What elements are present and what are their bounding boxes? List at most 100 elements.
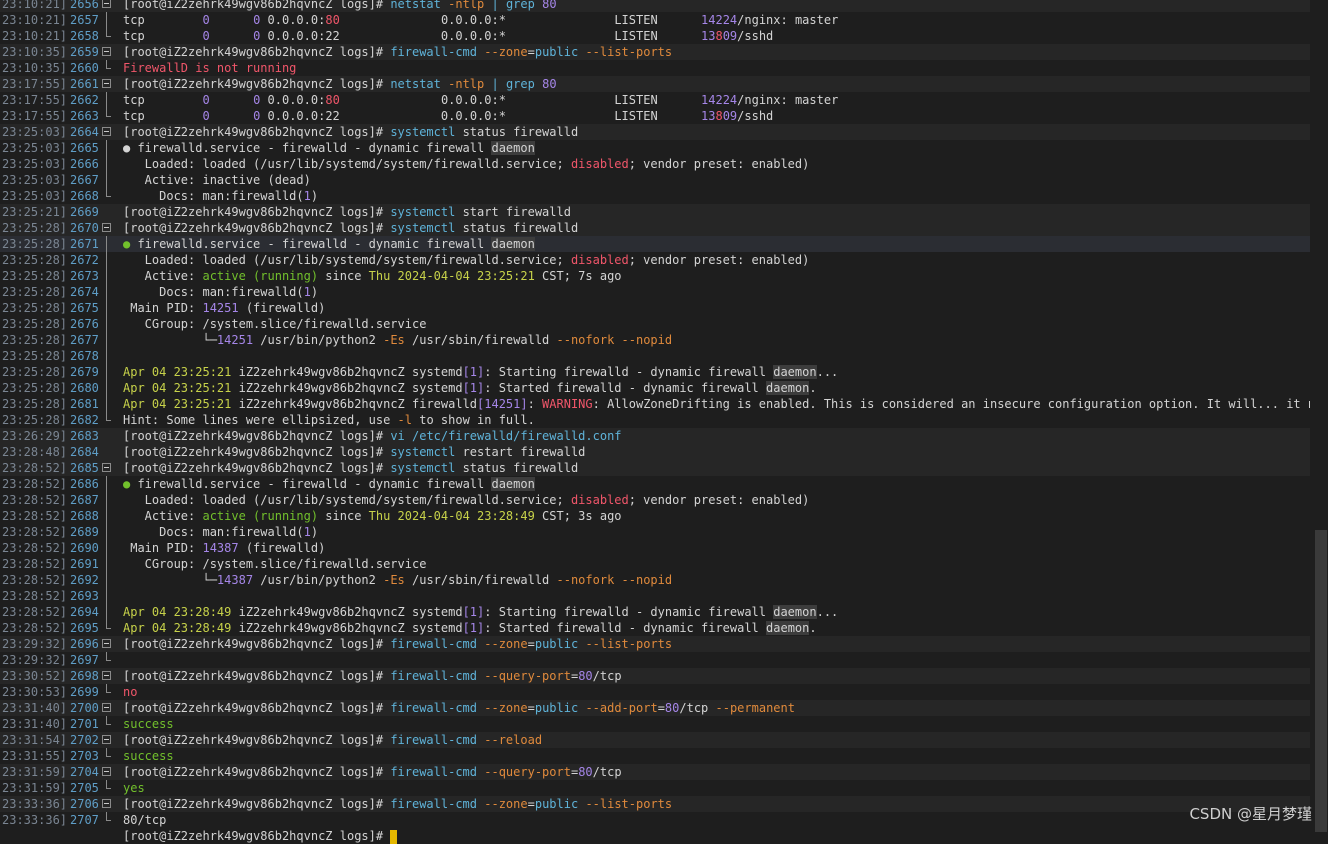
text-segment: 0.0.0.0: [260,13,326,27]
timestamp: 23:28:48] [2,445,68,459]
text-segment: /usr/bin/python2 [253,573,384,587]
fold-gutter [100,476,114,492]
fold-end-mark [106,108,111,117]
line-number: 2694 [70,605,99,619]
text-segment: /usr/sbin/firewalld [404,573,557,587]
fold-gutter[interactable] [100,700,114,716]
line-number: 2669 [70,205,99,219]
line-number: 2673 [70,269,99,283]
fold-guide-line [106,508,107,524]
command-line: 23:31:54] 2702 [root@iZ2zehrk49wgv86b2hqvn… [0,732,1310,748]
fold-collapse-icon[interactable] [102,703,111,712]
terminal-output[interactable]: 23:10:21] 2656 [root@iZ2zehrk49wgv86b2hqvn… [0,0,1310,844]
vertical-scrollbar[interactable] [1310,0,1328,832]
text-segment: /etc/firewalld/firewalld.conf [412,429,622,443]
text-segment: 09 [722,109,738,123]
text-segment: Main PID: [123,541,203,555]
line-content: Active: inactive (dead) [123,172,311,188]
line-number: 2659 [70,45,99,59]
fold-collapse-icon[interactable] [102,223,111,232]
text-segment: | [491,0,499,11]
output-line: 23:25:28] 2672 Loaded: loaded (/usr/lib/s… [0,252,1310,268]
fold-gutter[interactable] [100,460,114,476]
line-number: 2687 [70,493,99,507]
fold-collapse-icon[interactable] [102,671,111,680]
timestamp: 23:28:52] [2,621,68,635]
fold-gutter[interactable] [100,0,114,12]
timestamp: 23:25:28] [2,317,68,331]
command-line: 23:31:40] 2700 [root@iZ2zehrk49wgv86b2hqvn… [0,700,1310,716]
text-segment: status firewalld [455,461,579,475]
fold-collapse-icon[interactable] [102,79,111,88]
fold-collapse-icon[interactable] [102,0,111,8]
fold-collapse-icon[interactable] [102,735,111,744]
text-segment: --query-port [484,669,571,683]
fold-gutter[interactable] [100,124,114,140]
fold-collapse-icon[interactable] [102,639,111,648]
line-number: 2680 [70,381,99,395]
timestamp: 23:25:03] [2,173,68,187]
fold-end-mark [106,652,111,661]
fold-gutter[interactable] [100,76,114,92]
scrollbar-thumb[interactable] [1315,530,1327,832]
fold-gutter[interactable] [100,796,114,812]
fold-collapse-icon[interactable] [102,799,111,808]
line-number: 2666 [70,157,99,171]
fold-gutter[interactable] [100,636,114,652]
output-line: 23:25:03] 2668 Docs: man:firewalld(1) [0,188,1310,204]
fold-end-mark [106,748,111,757]
output-line: 23:29:32] 2697 [0,652,1310,668]
fold-guide-line [106,556,107,572]
text-segment: iZ2zehrk49wgv86b2hqvncZ systemd [231,621,463,635]
text-segment: --add-port [585,701,658,715]
text-segment: (firewalld) [238,541,326,555]
text-segment: 0 [202,13,210,27]
fold-collapse-icon[interactable] [102,463,111,472]
text-segment: └─ [123,333,217,347]
line-content: tcp 0 0 0.0.0.0:22 0.0.0.0:* LISTEN 1380… [123,28,773,44]
text-segment: iZ2zehrk49wgv86b2hqvncZ systemd [231,381,463,395]
fold-gutter[interactable] [100,764,114,780]
fold-gutter[interactable] [100,44,114,60]
timestamp: 23:10:21] [2,29,68,43]
fold-guide-line [106,492,107,508]
output-line: 23:31:59] 2705 yes [0,780,1310,796]
fold-gutter[interactable] [100,220,114,236]
text-segment: [1] [462,365,485,379]
line-number: 2661 [70,77,99,91]
text-segment: firewall-cmd [390,765,478,779]
line-number: 2672 [70,253,99,267]
line-number: 2668 [70,189,99,203]
line-number: 2676 [70,317,99,331]
fold-collapse-icon[interactable] [102,127,111,136]
text-segment: success [123,749,174,763]
line-number: 2703 [70,749,99,763]
timestamp: 23:28:52] [2,605,68,619]
text-segment: disabled [570,157,629,171]
text-segment: ... [816,605,839,619]
fold-collapse-icon[interactable] [102,47,111,56]
line-content: Apr 04 23:28:49 iZ2zehrk49wgv86b2hqvncZ … [123,620,817,636]
timestamp: 23:10:21] [2,13,68,27]
output-line: 23:25:28] 2674 Docs: man:firewalld(1) [0,284,1310,300]
text-segment: Thu 2024-04-04 23:25:21 [368,269,535,283]
text-segment: /tcp [592,669,622,683]
text-segment: daemon [491,141,535,155]
text-segment: grep [505,0,535,11]
text-segment: WARNING [542,397,593,411]
line-content: no [123,684,137,700]
fold-guide-line [106,300,107,316]
line-content: Hint: Some lines were ellipsized, use -l… [123,412,535,428]
line-content: [root@iZ2zehrk49wgv86b2hqvncZ logs]# sys… [123,220,578,236]
text-segment: CGroup: /system.slice/firewalld.service [123,317,427,331]
text-segment: /sshd [737,109,774,123]
fold-guide-line [106,156,107,172]
text-segment [405,429,412,443]
fold-gutter[interactable] [100,732,114,748]
text-segment: | [491,77,499,91]
timestamp: 23:33:36] [2,813,68,827]
fold-collapse-icon[interactable] [102,767,111,776]
text-segment: /tcp [592,765,622,779]
fold-gutter [100,252,114,268]
fold-gutter[interactable] [100,668,114,684]
